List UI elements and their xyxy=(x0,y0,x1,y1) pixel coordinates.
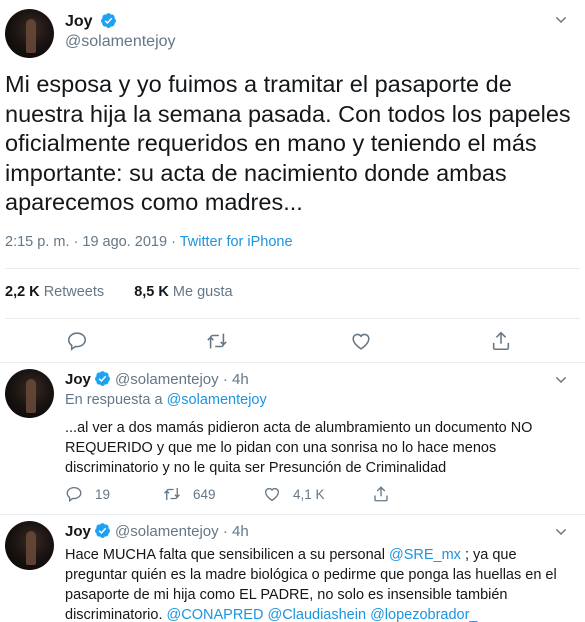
like-count: 4,1 K xyxy=(293,486,325,502)
divider xyxy=(5,268,580,269)
share-icon xyxy=(374,486,388,502)
share-button[interactable] xyxy=(372,485,390,503)
likes-stat[interactable]: 8,5 K Me gusta xyxy=(134,284,232,300)
reply-header: Joy @solamentejoy · 4h xyxy=(65,522,249,540)
reply-header: Joy @solamentejoy · 4h xyxy=(65,370,249,388)
reply-tweet[interactable]: Joy @solamentejoy · 4h En respuesta a @s… xyxy=(0,363,585,515)
retweet-button[interactable]: 649 xyxy=(163,485,216,503)
verified-badge-icon xyxy=(101,13,116,28)
reply-tweet[interactable]: Joy @solamentejoy · 4h Hace MUCHA falta … xyxy=(0,515,585,622)
tweet-text: Mi esposa y yo fuimos a tramitar el pasa… xyxy=(5,71,571,215)
author-name[interactable]: Joy xyxy=(65,12,117,31)
reply-text: ...al ver a dos mamás pidieron acta de a… xyxy=(65,420,533,476)
chevron-down-icon[interactable] xyxy=(553,372,569,388)
mention-link[interactable]: @lopezobrador_ xyxy=(370,607,477,622)
like-icon[interactable] xyxy=(350,330,372,352)
reply-actions: 19 649 4,1 K xyxy=(65,485,525,505)
tweet-stats: 2,2 K Retweets 8,5 K Me gusta xyxy=(5,284,233,300)
dot-separator: · xyxy=(222,523,228,540)
tweet-source[interactable]: Twitter for iPhone xyxy=(180,234,293,250)
reply-time[interactable]: 4h xyxy=(232,523,249,540)
in-reply-to: En respuesta a @solamentejoy xyxy=(65,392,267,408)
dot-separator: · xyxy=(222,371,228,388)
avatar[interactable] xyxy=(5,521,54,570)
retweet-icon xyxy=(164,488,180,500)
share-icon[interactable] xyxy=(490,330,512,352)
dot-separator: · xyxy=(73,234,79,250)
main-tweet: Joy @solamentejoy Mi esposa y yo fuimos … xyxy=(0,0,585,363)
author-name[interactable]: Joy xyxy=(65,371,91,388)
mention-link[interactable]: @CONAPRED xyxy=(167,607,264,622)
verified-badge-icon xyxy=(94,371,110,386)
mention-link[interactable]: @SRE_mx xyxy=(389,547,461,563)
tweet-time[interactable]: 2:15 p. m. xyxy=(5,234,69,250)
reply-button[interactable]: 19 xyxy=(65,485,110,503)
like-icon xyxy=(264,487,280,502)
mention-link[interactable]: @solamentejoy xyxy=(167,392,267,408)
mention-link[interactable]: @Claudiashein xyxy=(267,607,366,622)
avatar[interactable] xyxy=(5,9,54,58)
author-handle[interactable]: @solamentejoy xyxy=(65,33,176,51)
dot-separator: · xyxy=(171,234,176,250)
retweet-icon[interactable] xyxy=(206,330,228,352)
like-button[interactable]: 4,1 K xyxy=(263,485,325,503)
chevron-down-icon[interactable] xyxy=(553,524,569,540)
tweet-date[interactable]: 19 ago. 2019 xyxy=(82,234,167,250)
reply-icon[interactable] xyxy=(66,330,88,352)
reply-count: 19 xyxy=(95,486,111,502)
divider xyxy=(5,318,580,319)
tweet-actions xyxy=(0,328,585,354)
author-handle[interactable]: @solamentejoy xyxy=(115,523,219,540)
reply-text: Hace MUCHA falta que sensibilicen a su p… xyxy=(65,547,557,622)
retweets-stat[interactable]: 2,2 K Retweets xyxy=(5,284,104,300)
avatar[interactable] xyxy=(5,369,54,418)
reply-icon xyxy=(66,486,82,503)
author-handle[interactable]: @solamentejoy xyxy=(115,371,219,388)
retweet-count: 649 xyxy=(193,486,216,502)
reply-time[interactable]: 4h xyxy=(232,371,249,388)
verified-badge-icon xyxy=(94,523,110,538)
chevron-down-icon[interactable] xyxy=(553,12,569,28)
author-name[interactable]: Joy xyxy=(65,523,91,540)
tweet-meta: 2:15 p. m. · 19 ago. 2019 · Twitter for … xyxy=(5,234,293,250)
